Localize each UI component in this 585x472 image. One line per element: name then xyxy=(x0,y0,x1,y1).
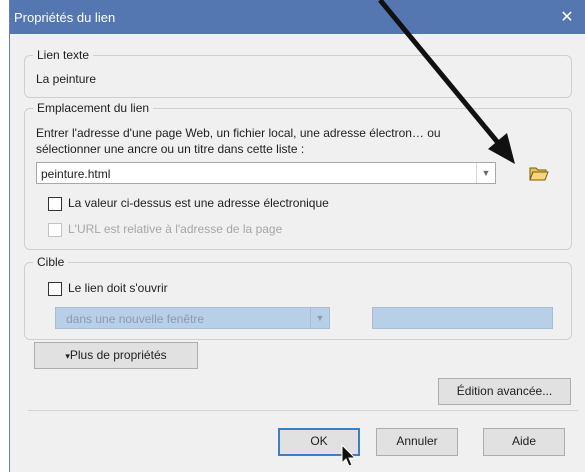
open-link-checkbox-label[interactable]: Le lien doit s'ouvrir xyxy=(68,281,168,295)
cancel-label: Annuler xyxy=(396,434,438,448)
chevron-down-icon[interactable]: ▼ xyxy=(310,308,329,328)
footer-separator xyxy=(28,410,578,411)
open-folder-icon[interactable] xyxy=(529,164,549,182)
url-value[interactable]: peinture.html xyxy=(41,167,110,181)
advanced-edit-button[interactable]: Édition avancée... xyxy=(438,378,571,405)
link-text-group: Lien texte xyxy=(24,48,572,98)
link-properties-dialog: Propriétés du lien ✕ Lien texte La peint… xyxy=(9,0,585,472)
window-target-select[interactable]: dans une nouvelle fenêtre ▼ xyxy=(55,307,330,329)
email-checkbox[interactable] xyxy=(48,197,62,211)
dialog-title: Propriétés du lien xyxy=(14,10,116,25)
help-label: Aide xyxy=(511,434,537,448)
advanced-edit-label: Édition avancée... xyxy=(456,384,553,398)
cancel-button[interactable]: Annuler xyxy=(376,428,458,456)
title-bar[interactable]: Propriétés du lien ✕ xyxy=(10,0,585,34)
email-checkbox-label[interactable]: La valeur ci-dessus est une adresse élec… xyxy=(68,196,329,210)
ok-button[interactable]: OK xyxy=(278,428,360,456)
open-link-checkbox[interactable] xyxy=(48,282,62,296)
ok-label: OK xyxy=(310,434,328,448)
relative-url-checkbox[interactable] xyxy=(48,223,62,237)
chevron-down-icon[interactable]: ▼ xyxy=(476,163,495,183)
more-properties-label: Plus de propriétés xyxy=(69,348,167,362)
link-text-value: La peinture xyxy=(36,72,97,86)
relative-url-checkbox-label[interactable]: L'URL est relative à l'adresse de la pag… xyxy=(68,222,282,236)
target-name-field[interactable] xyxy=(372,307,553,329)
more-properties-button[interactable]: ▾Plus de propriétés xyxy=(34,342,198,369)
help-button[interactable]: Aide xyxy=(483,428,565,456)
target-legend: Cible xyxy=(33,255,69,269)
link-location-legend: Emplacement du lien xyxy=(33,101,154,115)
link-text-legend: Lien texte xyxy=(33,48,94,62)
url-combobox[interactable]: peinture.html ▼ xyxy=(36,162,496,184)
location-instruction-line1: Entrer l'adresse d'une page Web, un fich… xyxy=(36,126,441,140)
location-instruction-line2: sélectionner une ancre ou un titre dans … xyxy=(36,142,305,156)
window-target-value: dans une nouvelle fenêtre xyxy=(66,312,205,326)
close-icon[interactable]: ✕ xyxy=(558,7,576,27)
